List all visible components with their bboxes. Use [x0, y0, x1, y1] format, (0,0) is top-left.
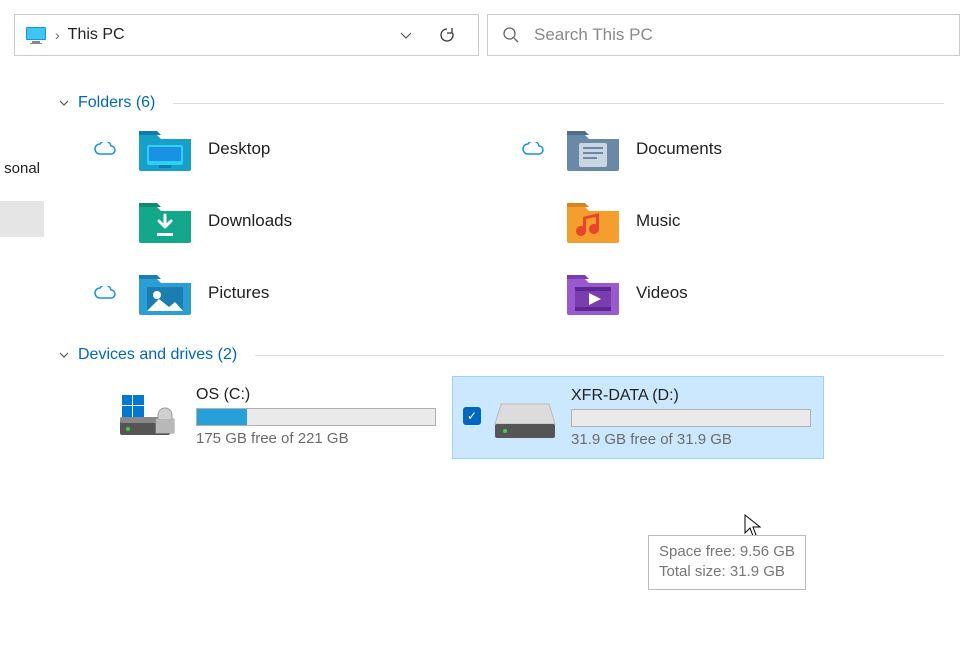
folder-item-documents[interactable]: Documents	[516, 124, 944, 174]
tooltip-line: Space free: 9.56 GB	[659, 542, 795, 562]
cloud-sync-icon	[522, 142, 544, 156]
navigation-sidebar: sonal	[0, 150, 44, 237]
folder-label: Videos	[636, 283, 688, 303]
drive-item-os-c[interactable]: OS (C:) 175 GB free of 221 GB	[118, 376, 448, 457]
section-header-drives[interactable]: Devices and drives (2)	[58, 346, 944, 364]
folder-item-desktop[interactable]: Desktop	[88, 124, 516, 174]
folder-item-videos[interactable]: Videos	[516, 268, 944, 318]
section-title: Folders (6)	[78, 94, 155, 112]
drive-usage-bar	[571, 409, 811, 427]
chevron-down-icon	[58, 97, 72, 109]
folder-label: Pictures	[208, 283, 269, 303]
section-divider	[255, 355, 944, 356]
folder-label: Documents	[636, 139, 722, 159]
documents-folder-icon	[564, 124, 622, 174]
section-divider	[173, 103, 944, 104]
music-folder-icon	[564, 196, 622, 246]
downloads-folder-icon	[136, 196, 194, 246]
address-bar[interactable]: › This PC	[14, 14, 479, 56]
breadcrumb-separator: ›	[55, 27, 60, 43]
drive-item-xfr-data-d[interactable]: ✓ XFR-DATA (D:) 31.9 GB free of 31.9 GB	[452, 376, 824, 459]
pictures-folder-icon	[136, 268, 194, 318]
folder-item-downloads[interactable]: Downloads	[88, 196, 516, 246]
folder-item-music[interactable]: Music	[516, 196, 944, 246]
search-icon	[502, 26, 520, 44]
desktop-folder-icon	[136, 124, 194, 174]
folder-label: Music	[636, 211, 680, 231]
folder-item-pictures[interactable]: Pictures	[88, 268, 516, 318]
tooltip-line: Total size: 31.9 GB	[659, 562, 795, 582]
history-dropdown[interactable]	[398, 27, 428, 43]
cloud-sync-icon	[94, 142, 116, 156]
search-bar[interactable]	[487, 14, 960, 56]
drive-label: OS (C:)	[196, 386, 436, 404]
refresh-button[interactable]	[438, 26, 468, 44]
chevron-down-icon	[58, 349, 72, 361]
drive-free-text: 31.9 GB free of 31.9 GB	[571, 431, 811, 448]
section-title: Devices and drives (2)	[78, 346, 237, 364]
drive-free-text: 175 GB free of 221 GB	[196, 430, 436, 447]
os-drive-icon	[118, 393, 182, 441]
selection-checkbox[interactable]: ✓	[463, 407, 481, 425]
sidebar-item-selected[interactable]	[0, 201, 44, 237]
videos-folder-icon	[564, 268, 622, 318]
folder-label: Desktop	[208, 139, 270, 159]
search-input[interactable]	[534, 25, 945, 45]
section-header-folders[interactable]: Folders (6)	[58, 94, 944, 112]
folder-label: Downloads	[208, 211, 292, 231]
sidebar-item-personal[interactable]: sonal	[0, 150, 44, 187]
external-drive-icon	[493, 394, 557, 442]
drive-usage-bar	[196, 408, 436, 426]
breadcrumb-location[interactable]: This PC	[68, 26, 125, 44]
this-pc-icon	[25, 26, 47, 44]
drive-label: XFR-DATA (D:)	[571, 387, 811, 405]
cloud-sync-icon	[94, 286, 116, 300]
drive-tooltip: Space free: 9.56 GB Total size: 31.9 GB	[648, 535, 806, 590]
